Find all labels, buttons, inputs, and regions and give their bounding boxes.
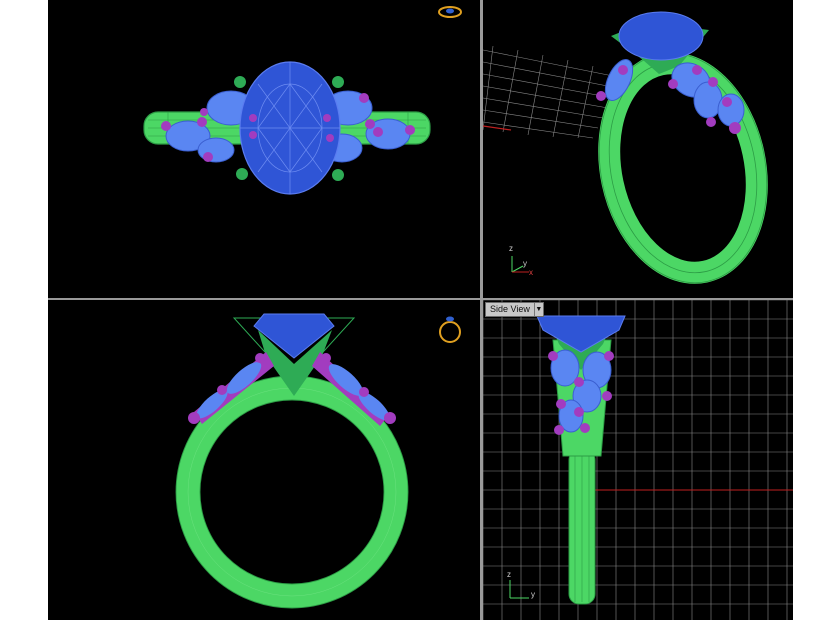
- center-stone-persp: [618, 11, 704, 61]
- axis-label-y: y: [523, 259, 527, 268]
- axis-label-y-side: y: [531, 590, 535, 599]
- ring-icon-gold-front[interactable]: [439, 316, 461, 343]
- viewport-side[interactable]: Side View ▼ z y: [483, 300, 793, 620]
- viewport-separator-horizontal[interactable]: [48, 298, 793, 300]
- top-view-canvas: [143, 6, 462, 195]
- side-view-canvas: [483, 300, 793, 620]
- ring-icon-gold-top[interactable]: [438, 6, 462, 18]
- head-prong-2: [332, 76, 344, 88]
- axis-label-x: x: [529, 268, 533, 277]
- head-prong-3: [236, 168, 248, 180]
- x-axis-line: [483, 125, 512, 131]
- side-view-grid: [483, 300, 793, 620]
- head-prong-1: [234, 76, 246, 88]
- axis-label-z: z: [509, 244, 513, 253]
- viewport-top[interactable]: [48, 0, 480, 298]
- viewport-perspective[interactable]: z y x: [483, 0, 793, 298]
- chevron-down-icon[interactable]: ▼: [533, 303, 543, 316]
- axis-label-z-side: z: [507, 570, 511, 579]
- head-prong-4: [332, 169, 344, 181]
- perspective-view-canvas: [483, 11, 768, 284]
- axis-gizmo-side: [509, 580, 529, 599]
- center-stone-side: [536, 315, 626, 353]
- side-stone-persp-3: [717, 93, 745, 127]
- band-front-inner-wire: [199, 399, 385, 585]
- viewport-front[interactable]: [48, 300, 480, 620]
- front-view-canvas: [175, 313, 461, 609]
- viewport-label-dropdown[interactable]: Side View ▼: [485, 302, 544, 317]
- viewport-label-side: Side View: [490, 304, 530, 314]
- viewport-separator-vertical[interactable]: [480, 0, 483, 620]
- band-front: [176, 376, 408, 608]
